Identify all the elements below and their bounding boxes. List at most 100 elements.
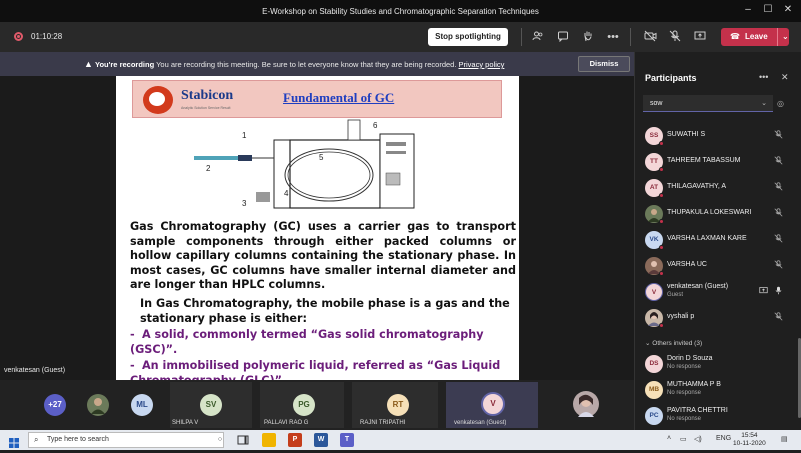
diagram-label: 5 [319,153,324,162]
mic-muted-icon [774,260,783,271]
bullet-marker: - [130,359,135,373]
participant-row[interactable]: THUPAKULA LOKESWARI [635,201,801,227]
leave-label: Leave [745,32,768,41]
clock-time: 15:54 [741,432,758,439]
phone-icon: ☎ [730,32,740,41]
raise-hand-icon[interactable] [581,30,595,44]
teams-icon[interactable]: T [340,433,354,447]
participants-icon[interactable] [531,30,545,44]
avatar: ML [131,394,153,416]
slide-title: Fundamental of GC [283,90,395,105]
camera-off-icon[interactable] [643,30,657,44]
participant-role: Guest [667,292,684,298]
search-value: sow [650,100,663,107]
participant-name: vyshali p [667,313,695,320]
avatar: RT [387,394,409,416]
participant-tile-self[interactable]: V venkatesan (Guest) [446,382,538,428]
view-options-icon[interactable]: ◎ [777,99,784,108]
leave-button[interactable]: ☎ Leave ⌄ [721,28,789,46]
avatar [645,309,664,328]
powerpoint-icon[interactable]: P [288,433,302,447]
diagram-label: 6 [373,121,378,130]
toolbar-divider [630,28,631,46]
slide-paragraph: In Gas Chromatography, the mobile phase … [140,296,510,325]
maximize-button[interactable]: ☐ [761,4,775,15]
language-indicator[interactable]: ENG [716,435,731,442]
windows-start-icon[interactable] [9,435,19,448]
more-participants-badge[interactable]: +27 [44,394,66,416]
recording-notice-title: You're recording [95,60,155,69]
notification-icon[interactable]: ▤ [781,435,788,443]
mic-icon [774,286,783,297]
mic-muted-icon [774,312,783,323]
participant-row[interactable]: VARSHA UC [635,253,801,279]
avatar: VK [645,231,664,250]
privacy-policy-link[interactable]: Privacy policy [459,60,505,69]
participant-name: VARSHA UC [667,261,707,268]
participant-name: SUWATHI S [667,131,706,138]
tray-overflow-icon[interactable]: ˄ [667,435,671,442]
share-screen-icon[interactable] [693,30,707,44]
mic-muted-icon [774,182,783,193]
slide-header: Stabicon Analytic Solution Service Resul… [132,80,502,118]
speaker-icon[interactable]: ◁) [694,435,702,443]
more-actions-icon[interactable]: ••• [606,30,620,44]
invited-name: PAVITRA CHETTRI [667,407,728,414]
meeting-toolbar: 01:10:28 Stop spotlighting ••• ☎ Leave ⌄ [0,22,801,52]
participant-tile[interactable]: RT RAJNI TRIPATHI [352,382,438,428]
word-icon[interactable]: W [314,433,328,447]
stabicon-logo-icon [143,86,173,114]
recording-notice-message: You're recording You are recording this … [95,60,504,69]
status-icon [659,141,664,146]
avatar: DS [645,355,663,373]
participant-tile[interactable]: PG PALLAVI RAO G [260,382,344,428]
others-invited-header[interactable]: ⌄ Others invited (3) [645,339,702,347]
status-icon [659,219,664,224]
close-window-button[interactable]: ✕ [781,4,795,15]
task-view-icon[interactable] [236,433,250,447]
avatar: TT [645,153,664,172]
participant-name: THILAGAVATHY, A [667,183,727,190]
dismiss-button[interactable]: Dismiss [578,56,630,72]
status-icon [659,167,664,172]
status-icon [659,245,664,250]
toolbar-divider [521,28,522,46]
bullet-marker: - [130,328,135,342]
participant-name: THUPAKULA LOKESWARI [667,209,752,216]
participant-row[interactable]: SS SUWATHI S [635,123,801,149]
participant-row-self[interactable]: V venkatesan (Guest) Guest [635,279,801,305]
invited-row[interactable]: DS Dorin D Souza No response [635,351,801,377]
participant-row[interactable]: vyshali p [635,305,801,331]
mic-muted-icon [774,208,783,219]
bullet-text: An immobilised polymeric liquid, referre… [130,359,501,380]
more-options-icon[interactable]: ••• [759,72,768,82]
taskbar-clock[interactable]: 15:54 10-11-2020 [733,432,766,448]
mic-muted-icon [774,130,783,141]
diagram-label: 1 [242,131,247,140]
participant-search-input[interactable]: sow ⌄ [643,95,773,112]
avatar: PG [293,394,315,416]
meeting-timer: 01:10:28 [31,32,63,41]
invited-row[interactable]: PC PAVITRA CHETTRI No response [635,403,801,429]
taskbar-search-input[interactable]: ⌕ Type here to search [28,432,224,448]
cortana-icon[interactable]: ○ [213,433,227,447]
invited-row[interactable]: MB MUTHAMMA P B No response [635,377,801,403]
participant-row[interactable]: TT TAHREEM TABASSUM [635,149,801,175]
sharing-icon [759,286,768,297]
file-explorer-icon[interactable] [262,433,276,447]
participant-tile[interactable]: SV SHILPA V [170,382,252,428]
mic-off-icon[interactable] [668,30,682,44]
minimize-button[interactable]: – [741,4,755,15]
participant-row[interactable]: VK VARSHA LAXMAN KARE [635,227,801,253]
chat-icon[interactable] [556,30,570,44]
close-icon[interactable]: ✕ [781,72,789,83]
participant-row[interactable]: AT THILAGAVATHY, A [635,175,801,201]
participant-tile-name: venkatesan (Guest) [454,420,507,426]
slide-bullet: - An immobilised polymeric liquid, referr… [130,359,516,380]
network-icon[interactable]: ▭ [680,435,687,443]
chevron-down-icon[interactable]: ⌄ [777,28,789,46]
search-icon: ⌕ [34,435,39,444]
search-placeholder: Type here to search [47,436,109,443]
chevron-down-icon[interactable]: ⌄ [761,95,767,112]
stop-spotlighting-button[interactable]: Stop spotlighting [428,28,508,46]
